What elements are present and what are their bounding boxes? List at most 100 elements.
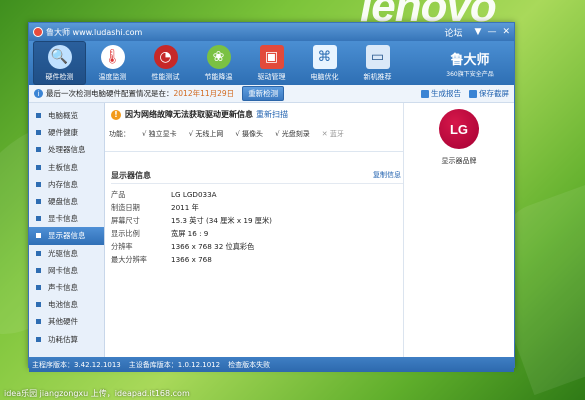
bullet-icon [36, 302, 41, 308]
save-screenshot-label: 保存截屏 [479, 89, 509, 98]
content-area: 电脑概览 硬件健康 处理器信息 主板信息 内存信息 硬盘信息 显卡信息 显示器信… [29, 103, 514, 357]
sidebar-item-label: 内存信息 [48, 179, 78, 189]
section-title: 显示器信息 [111, 171, 151, 180]
feature-list: 功能： √ 独立显卡 √ 无线上网 √ 摄像头 √ 光盘刻录 ✕ 蓝牙 [109, 129, 356, 139]
tool-label: 硬件检测 [45, 72, 74, 81]
info-value: 1366 x 768 32 位真彩色 [171, 241, 255, 251]
info-icon: i [34, 89, 43, 98]
image-caption: idea乐园 jiangzongxu 上传，ideapad.it168.com [4, 389, 190, 398]
feature-bluetooth: ✕ 蓝牙 [321, 130, 344, 138]
brand-caption: 显示器品牌 [441, 157, 477, 165]
tool-label: 性能测试 [151, 72, 180, 81]
minimize-button[interactable]: — [487, 27, 496, 37]
sidebar-item-optical[interactable]: 光驱信息 [29, 245, 104, 262]
features-label: 功能： [109, 130, 130, 138]
sidebar-item-label: 光驱信息 [48, 248, 78, 258]
sidebar-item-graphics[interactable]: 显卡信息 [29, 210, 104, 227]
tool-hardware-detect[interactable]: 🔍 硬件检测 [33, 41, 86, 85]
info-row: 屏幕尺寸 15.3 英寸 (34 厘米 x 19 厘米) [111, 214, 272, 227]
section-divider [111, 183, 403, 184]
sidebar-item-label: 功耗估算 [48, 334, 78, 344]
forum-link[interactable]: 论坛 [445, 26, 463, 39]
status-bar: i 最后一次检测电脑硬件配置情况是在： 2012年11月29日 重新检测 生成报… [29, 85, 514, 103]
tool-new-pc[interactable]: ▭ 新机推荐 [351, 41, 404, 85]
sidebar-item-label: 处理器信息 [48, 145, 86, 155]
sidebar-item-cpu[interactable]: 处理器信息 [29, 141, 104, 158]
main-version: 主程序版本：3.42.12.1013 [32, 360, 121, 369]
feature-camera: √ 摄像头 [235, 130, 264, 138]
sidebar-item-label: 显卡信息 [48, 214, 78, 224]
generate-report-button[interactable]: 生成报告 [421, 88, 461, 99]
menu-dropdown-icon[interactable]: ▼ [475, 27, 482, 37]
bullet-icon [36, 319, 41, 325]
toolbox-icon: ▣ [259, 44, 284, 69]
bullet-icon [36, 199, 41, 205]
save-screenshot-button[interactable]: 保存截屏 [469, 88, 509, 99]
sidebar-item-hardware-health[interactable]: 硬件健康 [29, 124, 104, 141]
recheck-button[interactable]: 重新检测 [242, 86, 285, 101]
network-warning: ! 因为网络故障无法获取驱动更新信息 重新扫描 [111, 109, 288, 120]
tool-optimize[interactable]: ⌘ 电脑优化 [298, 41, 351, 85]
sidebar-item-label: 网卡信息 [48, 265, 78, 275]
sidebar-item-label: 硬件健康 [48, 128, 78, 138]
sidebar-item-overview[interactable]: 电脑概览 [29, 107, 104, 124]
bullet-icon [36, 147, 41, 153]
info-row: 制造日期 2011 年 [111, 201, 272, 214]
leaf-icon: ❀ [206, 44, 231, 69]
sidebar-item-power[interactable]: 功耗估算 [29, 330, 104, 347]
main-toolbar: 🔍 硬件检测 🌡 温度监测 ◔ 性能测试 ❀ 节能降温 ▣ 驱动管理 ⌘ 电脑优… [29, 41, 514, 85]
report-icon [421, 89, 429, 98]
bullet-icon [36, 250, 41, 256]
ludashi-window: 鲁大师 www.ludashi.com 论坛 ▼ — ✕ 🔍 硬件检测 🌡 温度… [28, 22, 515, 372]
copy-info-link[interactable]: 复制信息 [373, 170, 401, 180]
info-row: 最大分辨率 1366 x 768 [111, 253, 272, 266]
sidebar-item-other[interactable]: 其他硬件 [29, 313, 104, 330]
sidebar-item-label: 硬盘信息 [48, 197, 78, 207]
sidebar-item-memory[interactable]: 内存信息 [29, 176, 104, 193]
sidebar-item-battery[interactable]: 电池信息 [29, 296, 104, 313]
tool-driver-manage[interactable]: ▣ 驱动管理 [245, 41, 298, 85]
title-bar: 鲁大师 www.ludashi.com 论坛 ▼ — ✕ [29, 23, 514, 41]
info-value: 宽屏 16 : 9 [171, 228, 209, 238]
tool-temperature[interactable]: 🌡 温度监测 [86, 41, 139, 85]
version-check-status: 检查版本失败 [228, 360, 271, 369]
sidebar-item-label: 其他硬件 [48, 317, 78, 327]
sidebar-item-label: 主板信息 [48, 162, 78, 172]
magnifier-icon: 🔍 [47, 44, 72, 69]
logo-subtitle: 360旗下安全产品 [446, 70, 494, 78]
warning-text: 因为网络故障无法获取驱动更新信息 [125, 110, 253, 119]
info-row: 分辨率 1366 x 768 32 位真彩色 [111, 240, 272, 253]
info-row: 显示比例 宽屏 16 : 9 [111, 227, 272, 240]
window-title: 鲁大师 www.ludashi.com [46, 27, 143, 37]
info-value: 2011 年 [171, 202, 199, 212]
sidebar-item-sound[interactable]: 声卡信息 [29, 279, 104, 296]
info-row: 产品 LG LGD033A [111, 188, 272, 201]
sidebar-item-label: 声卡信息 [48, 282, 78, 292]
broom-icon: ⌘ [312, 44, 337, 69]
version-footer: 主程序版本：3.42.12.1013 主设备库版本：1.0.12.1012 检查… [29, 357, 514, 372]
sidebar-item-display[interactable]: 显示器信息 [29, 227, 104, 245]
sidebar-item-network[interactable]: 网卡信息 [29, 262, 104, 279]
info-value: 15.3 英寸 (34 厘米 x 19 厘米) [171, 215, 272, 225]
tool-energy-saving[interactable]: ❀ 节能降温 [192, 41, 245, 85]
bullet-icon [36, 336, 41, 342]
sidebar-item-label: 电池信息 [48, 300, 78, 310]
close-button[interactable]: ✕ [502, 27, 510, 37]
lg-brand-logo: LG [439, 109, 479, 149]
camera-icon [469, 89, 477, 98]
device-db-version: 主设备库版本：1.0.12.1012 [128, 360, 221, 369]
bullet-icon [36, 267, 41, 273]
ludashi-logo: 鲁大师 360旗下安全产品 [430, 41, 510, 85]
info-value: 1366 x 768 [171, 255, 212, 264]
sidebar-item-motherboard[interactable]: 主板信息 [29, 159, 104, 176]
bullet-icon [36, 233, 41, 239]
tool-label: 新机推荐 [363, 72, 392, 81]
brand-panel: LG 显示器品牌 [403, 103, 514, 357]
feature-wifi: √ 无线上网 [188, 130, 224, 138]
tool-performance[interactable]: ◔ 性能测试 [139, 41, 192, 85]
sidebar-item-disk[interactable]: 硬盘信息 [29, 193, 104, 210]
info-key: 显示比例 [111, 228, 140, 238]
warning-icon: ! [111, 109, 121, 120]
rescan-link[interactable]: 重新扫描 [256, 109, 288, 120]
tool-label: 电脑优化 [310, 72, 339, 81]
